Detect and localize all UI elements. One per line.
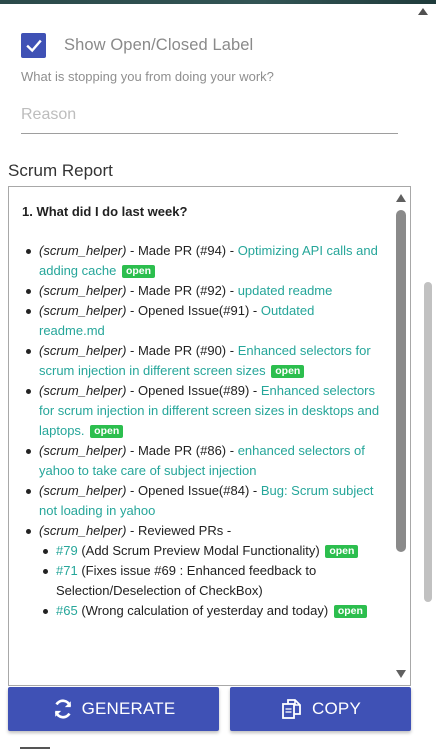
pr-link[interactable]: #79: [56, 543, 78, 558]
item-action: - Opened Issue(#91) -: [126, 303, 261, 318]
activity-item: (scrum_helper) - Opened Issue(#89) - Enh…: [22, 381, 383, 441]
item-action: - Opened Issue(#84) -: [126, 483, 261, 498]
item-action: - Reviewed PRs -: [126, 523, 232, 538]
copy-button-label: COPY: [312, 699, 361, 718]
reason-input[interactable]: [21, 96, 398, 134]
copy-button[interactable]: COPY: [230, 687, 411, 731]
status-badge: open: [325, 545, 359, 558]
pr-description: (Fixes issue #69 : Enhanced feedback to …: [56, 563, 317, 598]
activity-item: (scrum_helper) - Made PR (#90) - Enhance…: [22, 341, 383, 381]
reviewed-prs-item: (scrum_helper) - Reviewed PRs - #79 (Add …: [22, 521, 383, 621]
report-scrollbar[interactable]: [393, 187, 409, 685]
item-repo: (scrum_helper): [39, 243, 127, 258]
generate-button[interactable]: GENERATE: [8, 687, 219, 731]
check-icon: [25, 39, 42, 52]
report-scrollbar-thumb[interactable]: [396, 210, 406, 552]
pr-description: (Wrong calculation of yesterday and toda…: [77, 603, 329, 618]
item-repo: (scrum_helper): [39, 483, 127, 498]
top-edge-strip: [0, 0, 436, 4]
reviewed-prs-list: #79 (Add Scrum Preview Modal Functionali…: [39, 541, 383, 621]
item-repo: (scrum_helper): [39, 343, 127, 358]
status-badge: open: [90, 425, 124, 438]
activity-item: (scrum_helper) - Made PR (#86) - enhance…: [22, 441, 383, 481]
item-action: - Opened Issue(#89) -: [126, 383, 261, 398]
scroll-down-arrow-icon[interactable]: [396, 670, 406, 678]
page-scroll-up-arrow[interactable]: [418, 8, 428, 15]
pr-link[interactable]: #71: [56, 563, 78, 578]
scrum-helper-popup: Show Open/Closed Label What is stopping …: [0, 0, 436, 753]
scrum-report-editor[interactable]: 1. What did I do last week? (scrum_helpe…: [8, 186, 411, 686]
item-link[interactable]: updated readme: [238, 283, 333, 298]
scroll-up-arrow-icon[interactable]: [396, 194, 406, 202]
report-heading: 1. What did I do last week?: [22, 204, 188, 219]
item-action: - Made PR (#94) -: [126, 243, 238, 258]
item-action: - Made PR (#86) -: [126, 443, 238, 458]
pr-link[interactable]: #65: [56, 603, 78, 618]
refresh-icon: [52, 698, 74, 720]
item-repo: (scrum_helper): [39, 443, 127, 458]
item-repo: (scrum_helper): [39, 523, 127, 538]
show-label-checkbox[interactable]: [21, 33, 46, 58]
status-badge: open: [121, 265, 156, 278]
reviewed-pr-item: #71 (Fixes issue #69 : Enhanced feedback…: [39, 561, 383, 601]
activity-item: (scrum_helper) - Opened Issue(#91) - Out…: [22, 301, 383, 341]
show-label-option[interactable]: Show Open/Closed Label: [21, 33, 253, 58]
page-scrollbar-thumb[interactable]: [424, 282, 432, 602]
copy-icon: [280, 697, 304, 721]
item-action: - Made PR (#90) -: [126, 343, 238, 358]
item-repo: (scrum_helper): [39, 303, 127, 318]
blocker-question: What is stopping you from doing your wor…: [21, 69, 274, 84]
generate-button-label: GENERATE: [81, 699, 176, 718]
item-action: - Made PR (#92) -: [126, 283, 238, 298]
pr-description: (Add Scrum Preview Modal Functionality): [77, 543, 320, 558]
activity-item: (scrum_helper) - Made PR (#92) - updated…: [22, 281, 383, 301]
section-title: Scrum Report: [8, 161, 113, 180]
status-badge: open: [333, 605, 367, 618]
status-badge: open: [271, 365, 305, 378]
reviewed-pr-item: #65 (Wrong calculation of yesterday and …: [39, 601, 383, 621]
activity-item: (scrum_helper) - Made PR (#94) - Optimiz…: [22, 241, 383, 281]
next-section-edge: [20, 747, 50, 753]
report-content[interactable]: 1. What did I do last week? (scrum_helpe…: [9, 187, 395, 685]
activity-item: (scrum_helper) - Opened Issue(#84) - Bug…: [22, 481, 383, 521]
item-repo: (scrum_helper): [39, 383, 127, 398]
reviewed-pr-item: #79 (Add Scrum Preview Modal Functionali…: [39, 541, 383, 561]
show-label-text: Show Open/Closed Label: [64, 36, 254, 54]
item-repo: (scrum_helper): [39, 283, 127, 298]
activity-list: (scrum_helper) - Made PR (#94) - Optimiz…: [22, 241, 383, 621]
